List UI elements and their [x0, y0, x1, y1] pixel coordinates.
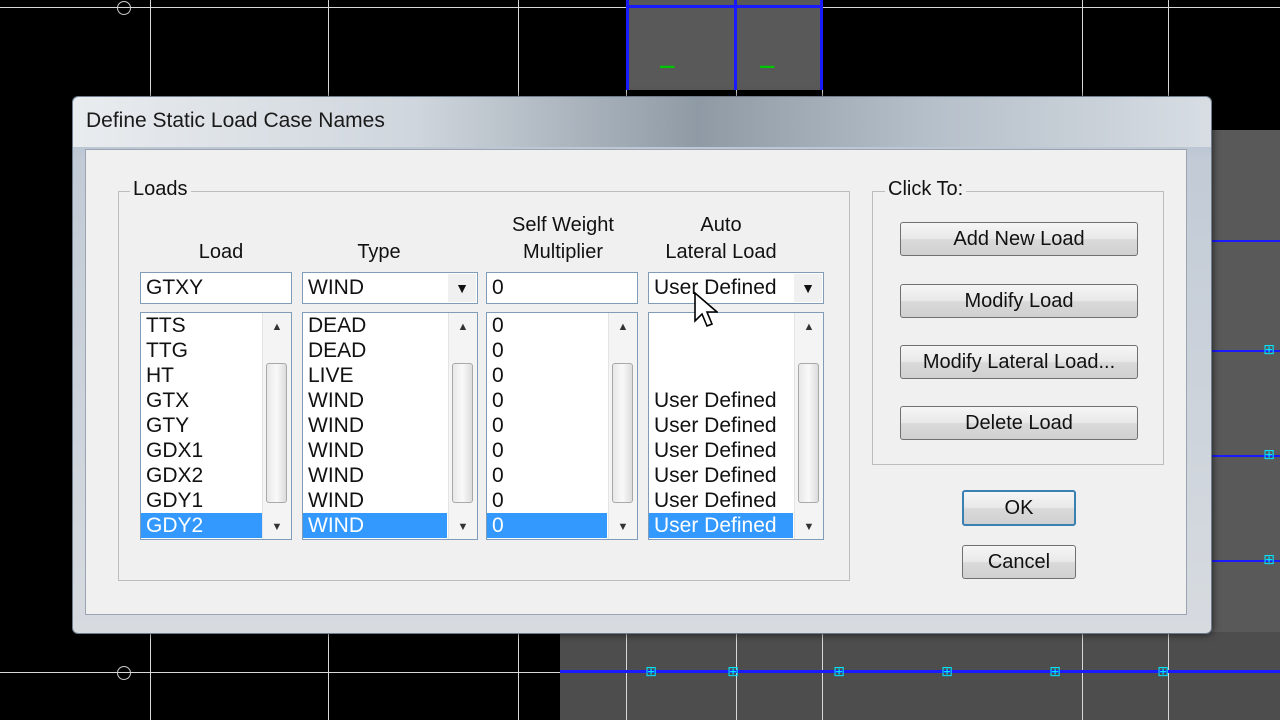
joint-node: ⊞ — [941, 664, 953, 680]
delete-load-button[interactable]: Delete Load — [900, 406, 1138, 440]
list-item[interactable]: User Defined — [649, 438, 793, 463]
self-weight-header-line2: Multiplier — [522, 241, 604, 263]
scroll-down-icon[interactable]: ▼ — [263, 515, 291, 539]
frame-label: ▬▬▬ — [660, 62, 675, 71]
load-column-header: Load — [198, 241, 244, 263]
list-item[interactable] — [649, 363, 793, 388]
list-item[interactable]: User Defined — [649, 463, 793, 488]
type-combobox[interactable]: WIND ▼ — [302, 272, 478, 304]
list-item[interactable]: 0 — [487, 363, 607, 388]
grid-bubble — [117, 1, 131, 15]
list-item[interactable]: 0 — [487, 413, 607, 438]
list-item[interactable]: WIND — [303, 388, 447, 413]
type-column-header: Type — [357, 241, 401, 263]
frame-label: ▬▬▬ — [760, 62, 775, 71]
scroll-thumb[interactable] — [452, 363, 473, 503]
list-item[interactable]: User Defined — [649, 413, 793, 438]
chevron-down-icon[interactable]: ▼ — [794, 274, 822, 302]
type-list-rows: DEAD DEAD LIVE WIND WIND WIND WIND WIND WIND — [303, 313, 447, 538]
scroll-down-icon[interactable]: ▼ — [795, 515, 823, 539]
frame-line — [734, 0, 737, 90]
scroll-up-icon[interactable]: ▲ — [795, 315, 823, 339]
list-item[interactable]: WIND — [303, 513, 447, 538]
scroll-down-icon[interactable]: ▼ — [449, 515, 477, 539]
frame-line — [626, 0, 629, 90]
joint-node: ⊞ — [1157, 664, 1169, 680]
load-list-scrollbar[interactable]: ▲ ▼ — [262, 313, 291, 539]
type-combobox-value: WIND — [308, 276, 364, 299]
frame-line — [626, 5, 822, 8]
list-item[interactable]: DEAD — [303, 338, 447, 363]
list-item[interactable]: User Defined — [649, 388, 793, 413]
load-name-input[interactable]: GTXY — [140, 272, 292, 304]
frame-line — [1210, 240, 1280, 242]
click-to-group-label: Click To: — [885, 178, 967, 201]
list-item[interactable]: User Defined — [649, 488, 793, 513]
joint-node: ⊞ — [727, 664, 739, 680]
list-item[interactable]: 0 — [487, 438, 607, 463]
joint-node: ⊞ — [645, 664, 657, 680]
list-item[interactable]: 0 — [487, 313, 607, 338]
self-weight-list-rows: 000000000 — [487, 313, 607, 538]
dialog-title: Define Static Load Case Names — [86, 109, 385, 132]
auto-lateral-list[interactable]: User Defined User Defined User Defined User… — [648, 312, 824, 540]
self-weight-list-scrollbar[interactable]: ▲ ▼ — [608, 313, 637, 539]
joint-node: ⊞ — [1049, 664, 1061, 680]
slab-panel-bottom — [560, 632, 1280, 720]
ok-button[interactable]: OK — [962, 490, 1076, 526]
scroll-thumb[interactable] — [612, 363, 633, 503]
joint-node: ⊞ — [1263, 342, 1275, 358]
list-item[interactable]: 0 — [487, 338, 607, 363]
type-list-scrollbar[interactable]: ▲ ▼ — [448, 313, 477, 539]
list-item[interactable]: WIND — [303, 413, 447, 438]
auto-lateral-header-line2: Lateral Load — [665, 241, 777, 263]
list-item[interactable] — [649, 313, 793, 338]
add-new-load-button[interactable]: Add New Load — [900, 222, 1138, 256]
list-item[interactable] — [649, 338, 793, 363]
joint-node: ⊞ — [833, 664, 845, 680]
cancel-button[interactable]: Cancel — [962, 545, 1076, 579]
scroll-up-icon[interactable]: ▲ — [609, 315, 637, 339]
scroll-thumb[interactable] — [798, 363, 819, 503]
scroll-up-icon[interactable]: ▲ — [449, 315, 477, 339]
list-item[interactable]: WIND — [303, 463, 447, 488]
scroll-thumb[interactable] — [266, 363, 287, 503]
frame-line — [560, 670, 1280, 673]
list-item[interactable]: User Defined — [649, 513, 793, 538]
list-item[interactable]: DEAD — [303, 313, 447, 338]
list-item[interactable]: WIND — [303, 488, 447, 513]
list-item[interactable]: 0 — [487, 513, 607, 538]
list-item[interactable]: WIND — [303, 438, 447, 463]
dialog-titlebar[interactable]: Define Static Load Case Names — [73, 97, 1211, 147]
list-item[interactable]: LIVE — [303, 363, 447, 388]
joint-node: ⊞ — [1263, 447, 1275, 463]
scroll-down-icon[interactable]: ▼ — [609, 515, 637, 539]
self-weight-header-line1: Self Weight — [512, 214, 614, 236]
mouse-pointer-icon — [694, 292, 718, 328]
self-weight-input[interactable]: 0 — [486, 272, 638, 304]
auto-lateral-list-scrollbar[interactable]: ▲ ▼ — [794, 313, 823, 539]
load-list[interactable]: TTS TTG HT GTX GTY GDX1 GDX2 GDY1 GDY2 ▲ ▼ — [140, 312, 292, 540]
list-item[interactable]: 0 — [487, 488, 607, 513]
joint-node: ⊞ — [1263, 552, 1275, 568]
frame-line — [820, 0, 823, 90]
list-item[interactable]: 0 — [487, 388, 607, 413]
chevron-down-icon[interactable]: ▼ — [448, 274, 476, 302]
self-weight-list[interactable]: 000000000 ▲ ▼ — [486, 312, 638, 540]
loads-group-label: Loads — [130, 178, 191, 201]
grid-bubble — [117, 666, 131, 680]
auto-lateral-header-line1: Auto — [700, 214, 742, 236]
type-list[interactable]: DEAD DEAD LIVE WIND WIND WIND WIND WIND WIND ▲ ▼ — [302, 312, 478, 540]
modify-load-button[interactable]: Modify Load — [900, 284, 1138, 318]
list-item[interactable]: 0 — [487, 463, 607, 488]
auto-lateral-list-rows: User Defined User Defined User Defined User… — [649, 313, 793, 538]
scroll-up-icon[interactable]: ▲ — [263, 315, 291, 339]
auto-lateral-combobox[interactable]: User Defined ▼ — [648, 272, 824, 304]
slab-panel-top — [626, 0, 822, 90]
modify-lateral-load-button[interactable]: Modify Lateral Load... — [900, 345, 1138, 379]
